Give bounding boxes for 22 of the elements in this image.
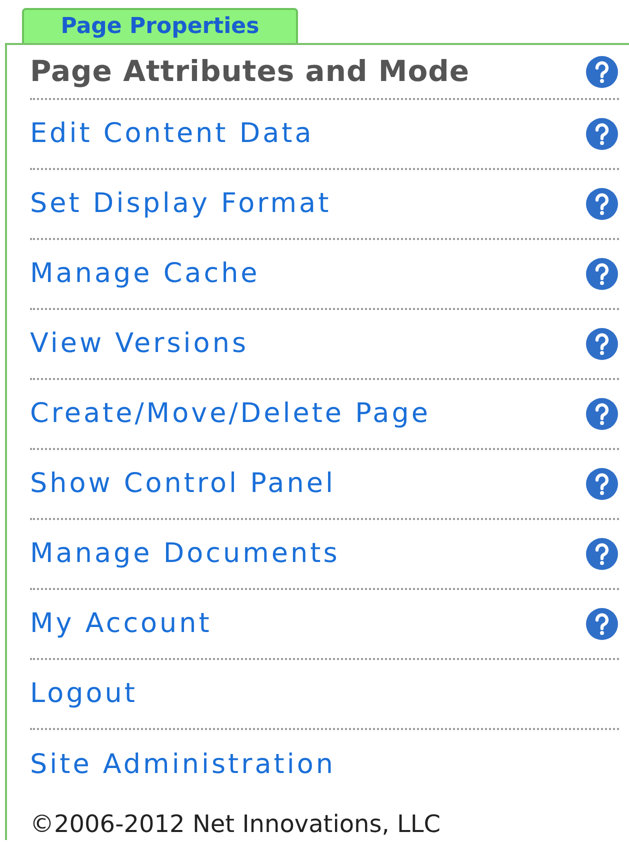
menu-link[interactable]: Manage Documents: [30, 534, 340, 574]
menu-link[interactable]: View Versions: [30, 324, 249, 364]
help-icon[interactable]: [585, 54, 619, 88]
help-icon[interactable]: [585, 187, 619, 221]
menu-link[interactable]: Set Display Format: [30, 184, 332, 224]
help-icon[interactable]: [585, 397, 619, 431]
page-properties-tab[interactable]: Page Properties: [22, 8, 298, 43]
menu-link[interactable]: My Account: [30, 604, 212, 644]
help-icon[interactable]: [585, 117, 619, 151]
help-icon[interactable]: [585, 327, 619, 361]
menu-link[interactable]: Logout: [30, 674, 138, 714]
help-icon[interactable]: [585, 467, 619, 501]
help-icon[interactable]: [585, 537, 619, 571]
menu-link[interactable]: Site Administration: [30, 744, 336, 786]
help-icon[interactable]: [585, 607, 619, 641]
copyright-text: ©2006-2012 Net Innovations, LLC: [30, 809, 441, 840]
menu-link[interactable]: Create/Move/Delete Page: [30, 394, 430, 434]
menu-link[interactable]: Manage Cache: [30, 254, 260, 294]
help-icon[interactable]: [585, 257, 619, 291]
section-heading: Page Attributes and Mode: [30, 52, 470, 90]
menu-link[interactable]: Edit Content Data: [30, 114, 314, 154]
menu-link[interactable]: Show Control Panel: [30, 464, 336, 504]
